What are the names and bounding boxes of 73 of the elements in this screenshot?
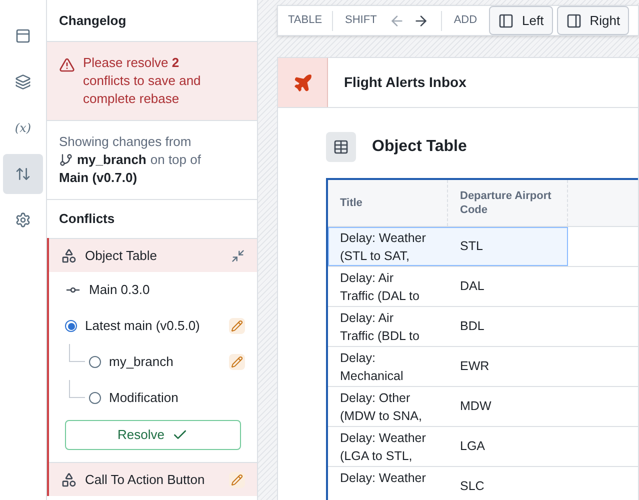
conflict-header[interactable]: Object Table [49, 238, 257, 272]
edit-icon[interactable] [229, 472, 245, 488]
add-button[interactable]: Left [489, 6, 553, 35]
radio-button[interactable] [89, 356, 101, 368]
table-cell-text: Delay: Other (MDW to SNA, [339, 390, 423, 425]
table-cell-text: Delay: Mechanical [339, 350, 404, 385]
version-label: Modification [109, 389, 180, 408]
table-row[interactable]: Delay: Weather (LGA to STL, LGA [328, 427, 638, 467]
version-label: Latest main (v0.5.0) [85, 317, 201, 336]
arrow-left-icon[interactable] [388, 12, 405, 28]
radio-button[interactable] [89, 392, 101, 404]
branch-icon [59, 153, 73, 167]
table-cell-text: STL [459, 238, 484, 256]
conflict-header[interactable]: Call To Action Button [49, 462, 257, 496]
branch-name: my_branch [77, 151, 146, 169]
changes-icon [15, 166, 31, 182]
conflict-name: Object Table [85, 246, 158, 265]
card-title: Flight Alerts Inbox [343, 73, 468, 92]
table-cell-text: BDL [459, 318, 486, 336]
version-label: Main 0.3.0 [89, 281, 151, 300]
table-cell-text: Delay: Weather (STL to SAT, [339, 230, 427, 265]
warning-icon [59, 57, 75, 73]
collapse-icon[interactable] [231, 248, 245, 262]
table-cell-text: SLC [459, 478, 486, 496]
version-row[interactable]: my_branch [49, 344, 257, 380]
column-header[interactable]: Title [328, 180, 448, 226]
table-row[interactable]: Delay: Air Traffic (DAL to DAL [328, 267, 638, 307]
insert-left-icon [498, 12, 514, 28]
conflict-name: Call To Action Button [85, 470, 206, 489]
settings-icon [15, 212, 31, 228]
version-row[interactable]: Modification [49, 380, 257, 416]
edit-icon[interactable] [229, 318, 245, 334]
insert-right-icon [566, 12, 582, 28]
version-row[interactable]: Main 0.3.0 [49, 272, 257, 308]
radio-button[interactable] [65, 320, 77, 332]
add-button[interactable]: Right [556, 6, 630, 35]
version-row[interactable]: Latest main (v0.5.0) [49, 308, 257, 344]
info-text: on top of [150, 151, 201, 169]
arrow-right-icon[interactable] [412, 12, 429, 28]
tree-connector [69, 344, 85, 362]
table-row[interactable]: Delay: Weather SLC [328, 467, 638, 500]
table-cell-text: MDW [459, 398, 492, 416]
toolbar-label: ADD [452, 13, 478, 28]
plane-icon [292, 72, 312, 92]
widget-icon [61, 248, 77, 264]
table-row[interactable]: Delay: Other (MDW to SNA, MDW [328, 387, 638, 427]
toolbar-label: TABLE [287, 13, 324, 28]
tree-connector [69, 380, 85, 398]
panel-icon [15, 28, 31, 44]
table-cell-text: DAL [459, 278, 486, 296]
table-cell-text: Delay: Air Traffic (DAL to [339, 270, 420, 305]
widget-title: Object Table [372, 137, 467, 157]
table-cell-text: EWR [459, 358, 490, 376]
table-cell-text: Delay: Air Traffic (BDL to [339, 310, 420, 345]
rail-button[interactable]: (x) [3, 108, 43, 148]
column-header[interactable]: Departure Airport Code [448, 180, 568, 226]
toolbar-label: SHIFT [344, 13, 378, 28]
table-cell-text: Delay: Weather (LGA to STL, [339, 430, 427, 465]
section-title: Conflicts [58, 210, 116, 228]
table-icon [333, 139, 349, 155]
table-cell-text: Delay: Weather [339, 470, 427, 487]
widget-icon [61, 472, 77, 488]
layers-icon [15, 74, 31, 90]
base-version: Main (v0.7.0) [59, 169, 138, 187]
version-label: my_branch [109, 353, 174, 372]
alert-text: Please resolve 2 conflicts to save and complete rebase [83, 54, 202, 108]
table-row[interactable]: Delay: Mechanical EWR [328, 347, 638, 387]
table-row[interactable]: Delay: Air Traffic (BDL to BDL [328, 307, 638, 347]
edit-icon[interactable] [229, 354, 245, 370]
resolve-button[interactable]: Resolve [65, 420, 241, 450]
rail-button[interactable] [3, 154, 43, 194]
info-text: Showing changes from [59, 133, 192, 151]
table-cell-text: LGA [459, 438, 486, 456]
